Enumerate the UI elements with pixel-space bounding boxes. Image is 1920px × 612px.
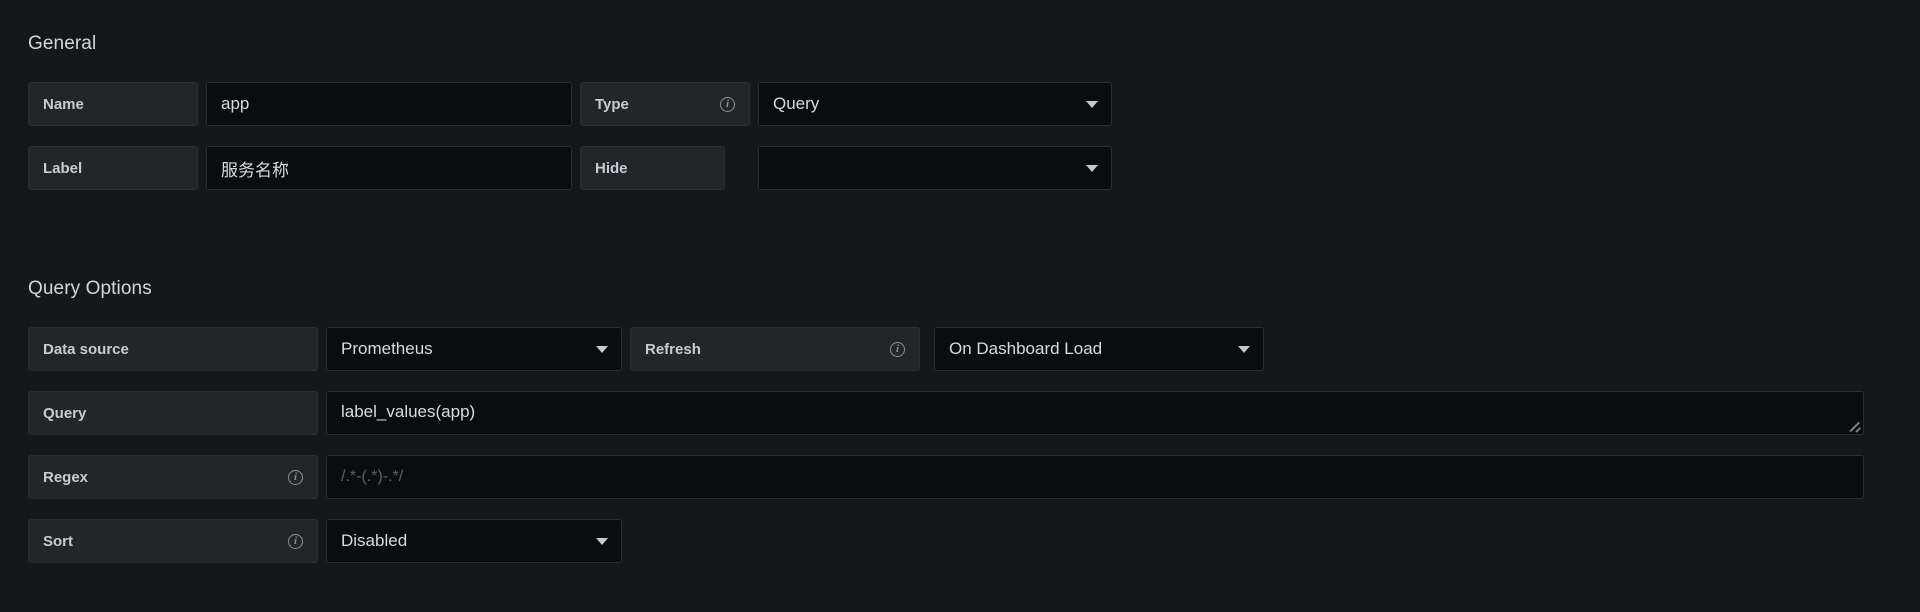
row-sort: Sort i Disabled [28, 519, 622, 563]
chevron-down-icon [596, 346, 608, 353]
hide-select[interactable] [758, 146, 1112, 190]
label-input[interactable]: 服务名称 [206, 146, 572, 190]
name-label-text: Name [43, 95, 84, 113]
regex-field-label: Regex i [28, 455, 318, 499]
datasource-select-value: Prometheus [341, 339, 433, 358]
chevron-down-icon [1086, 101, 1098, 108]
datasource-select[interactable]: Prometheus [326, 327, 622, 371]
regex-input-placeholder: /.*-(.*)-.*/ [341, 468, 404, 485]
hide-label-text: Hide [595, 159, 628, 177]
resize-grip-icon[interactable] [1847, 418, 1861, 432]
query-textarea[interactable]: label_values(app) [326, 391, 1864, 435]
chevron-down-icon [1086, 165, 1098, 172]
type-select[interactable]: Query [758, 82, 1112, 126]
info-circle-icon[interactable]: i [288, 533, 303, 549]
row-label-hide: Label 服务名称 Hide [28, 146, 1112, 190]
type-label-text: Type [595, 95, 629, 113]
type-field-label: Type i [580, 82, 750, 126]
row-datasource-refresh: Data source Prometheus Refresh i On Dash… [28, 327, 1264, 371]
sort-select-value: Disabled [341, 531, 408, 550]
name-input-value: app [221, 94, 250, 113]
row-query: Query label_values(app) [28, 391, 1864, 435]
query-label-text: Query [43, 404, 87, 422]
row-regex: Regex i /.*-(.*)-.*/ [28, 455, 1864, 499]
query-textarea-value: label_values(app) [341, 402, 476, 421]
name-field-label: Name [28, 82, 198, 126]
row-name-type: Name app Type i Query [28, 82, 1112, 126]
info-circle-icon[interactable]: i [720, 96, 735, 112]
datasource-label-text: Data source [43, 340, 129, 358]
label-field-label: Label [28, 146, 198, 190]
chevron-down-icon [1238, 346, 1250, 353]
query-field-label: Query [28, 391, 318, 435]
section-title-query-options: Query Options [28, 278, 152, 299]
refresh-select-value: On Dashboard Load [949, 339, 1103, 358]
variable-editor-page: General Name app Type i Query Label 服务名称… [0, 0, 1920, 612]
sort-label-text: Sort [43, 532, 73, 550]
datasource-field-label: Data source [28, 327, 318, 371]
hide-field-label: Hide [580, 146, 725, 190]
section-title-general: General [28, 33, 97, 54]
name-input[interactable]: app [206, 82, 572, 126]
label-input-value: 服务名称 [221, 160, 289, 180]
info-circle-icon[interactable]: i [890, 341, 905, 357]
label-label-text: Label [43, 159, 83, 177]
sort-field-label: Sort i [28, 519, 318, 563]
refresh-field-label: Refresh i [630, 327, 920, 371]
type-select-value: Query [773, 94, 820, 113]
regex-label-text: Regex [43, 468, 89, 486]
sort-select[interactable]: Disabled [326, 519, 622, 563]
info-circle-icon[interactable]: i [288, 469, 303, 485]
regex-input[interactable]: /.*-(.*)-.*/ [326, 455, 1864, 499]
refresh-select[interactable]: On Dashboard Load [934, 327, 1264, 371]
chevron-down-icon [596, 538, 608, 545]
refresh-label-text: Refresh [645, 340, 701, 358]
